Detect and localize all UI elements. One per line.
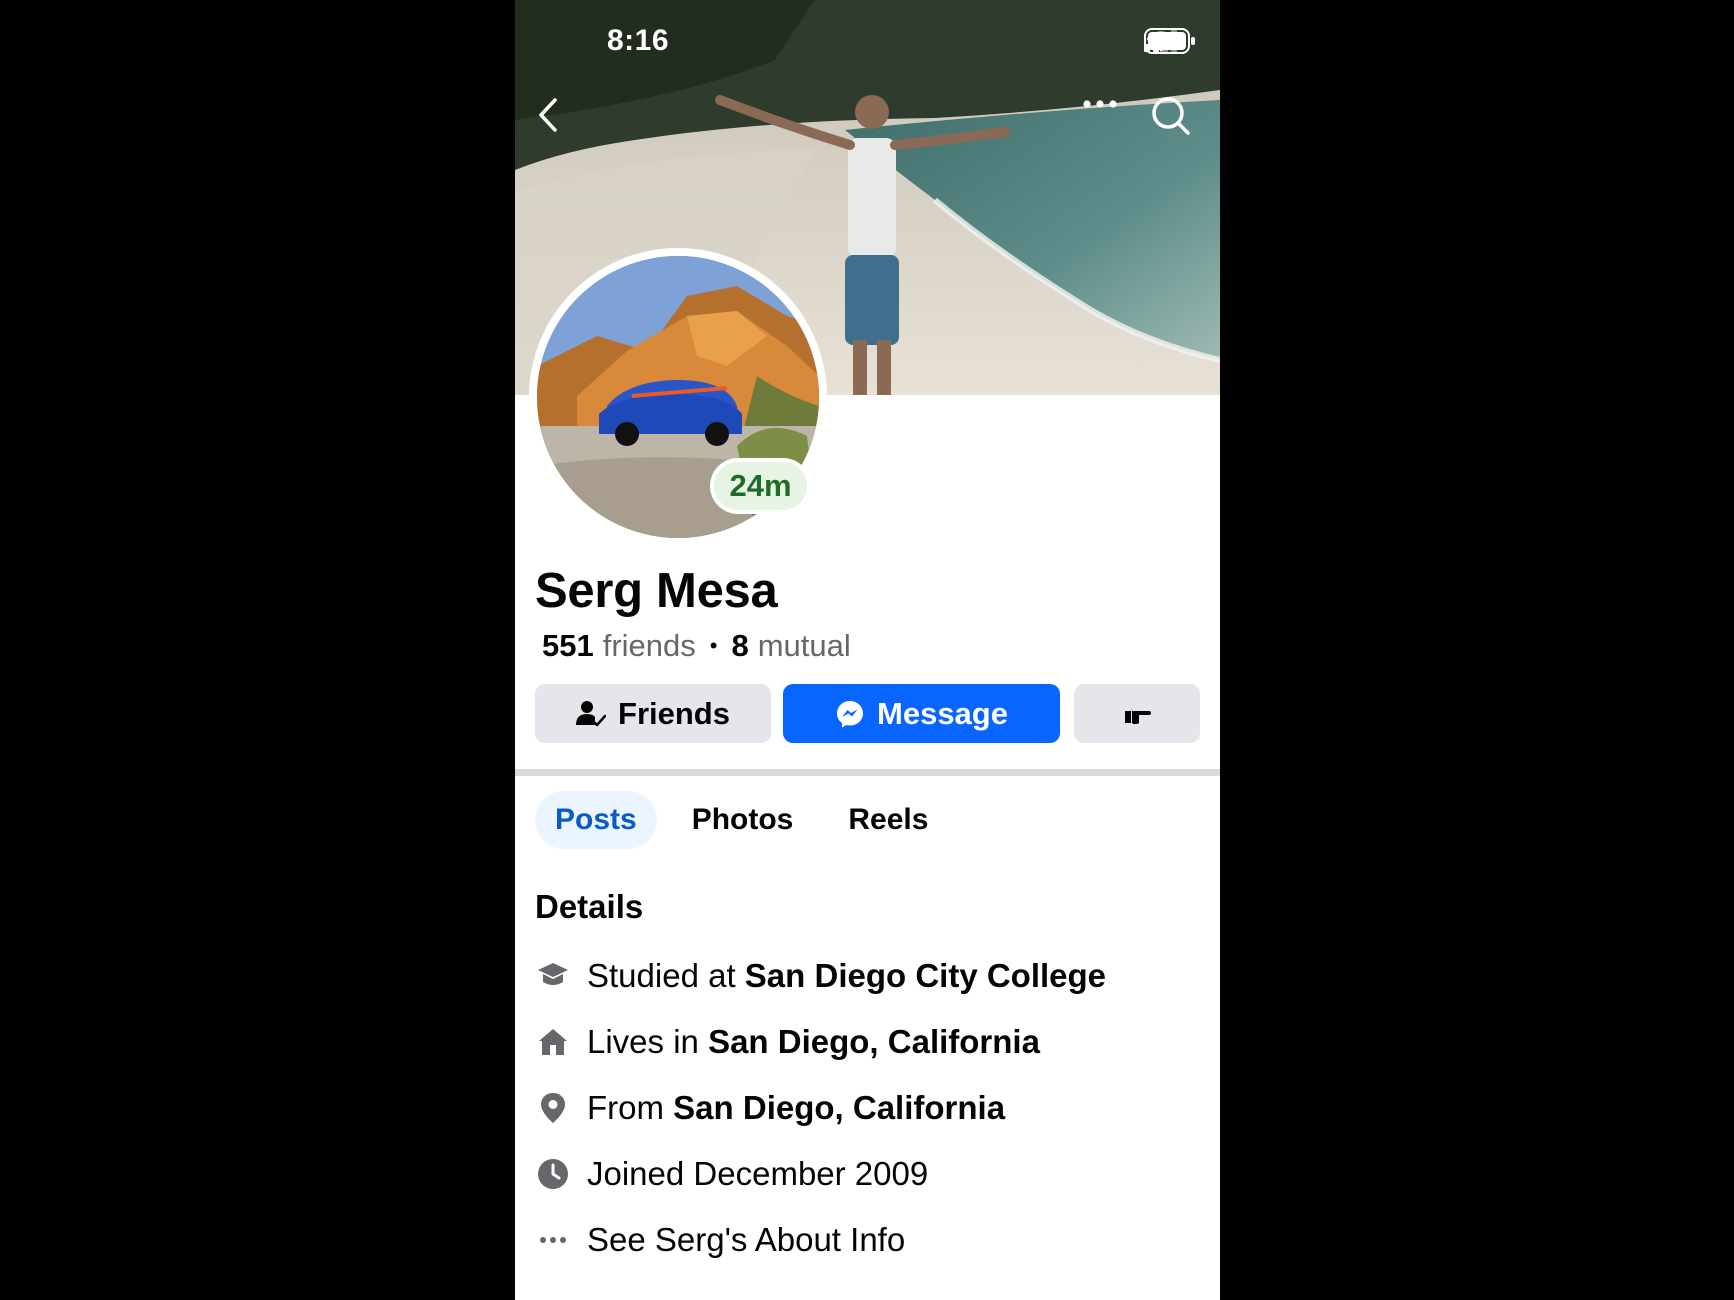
pointing-hand-icon (1125, 710, 1151, 724)
more-options-button[interactable] (1083, 100, 1131, 140)
detail-hometown-prefix: From (587, 1089, 664, 1126)
section-divider (515, 769, 1220, 776)
more-dots-icon (535, 1220, 571, 1260)
friends-button[interactable]: Friends (535, 684, 771, 743)
chevron-left-icon (539, 98, 557, 132)
mutual-label: mutual (757, 628, 851, 663)
friend-stats[interactable]: 551 friends • 8 mutual (542, 628, 851, 664)
profile-tabs: Posts Photos Reels (535, 791, 963, 849)
clock-icon (535, 1154, 571, 1194)
status-bar-time: 8:16 (607, 24, 670, 57)
detail-hometown[interactable]: From San Diego, California (535, 1083, 1005, 1133)
detail-education[interactable]: Studied at San Diego City College (535, 951, 1106, 1001)
message-button[interactable]: Message (783, 684, 1060, 743)
tab-posts[interactable]: Posts (535, 791, 657, 849)
detail-education-prefix: Studied at (587, 957, 736, 994)
home-icon (535, 1022, 571, 1062)
detail-residence[interactable]: Lives in San Diego, California (535, 1017, 1040, 1067)
detail-joined-text: Joined December 2009 (587, 1155, 929, 1192)
poke-button[interactable] (1074, 684, 1200, 743)
graduation-cap-icon (535, 956, 571, 996)
detail-education-value: San Diego City College (744, 957, 1107, 994)
friends-button-label: Friends (618, 695, 730, 731)
detail-hometown-value: San Diego, California (673, 1089, 1006, 1126)
mutual-count: 8 (731, 628, 749, 663)
separator-dot: • (709, 633, 718, 658)
friends-count: 551 (542, 628, 594, 663)
detail-residence-prefix: Lives in (587, 1023, 699, 1060)
back-button[interactable] (537, 98, 577, 142)
active-status-time: 24m (714, 462, 807, 510)
message-button-label: Message (877, 695, 1008, 731)
friends-label: friends (602, 628, 696, 663)
tab-reels[interactable]: Reels (828, 791, 948, 849)
profile-name: Serg Mesa (535, 564, 778, 618)
tab-photos[interactable]: Photos (672, 791, 814, 849)
location-pin-icon (535, 1088, 571, 1128)
detail-residence-value: San Diego, California (708, 1023, 1040, 1060)
active-status-badge: 24m (710, 458, 811, 514)
details-heading: Details (535, 888, 644, 925)
profile-screen: 8:16 24m Serg Mesa 551 friends • 8 mutua… (515, 0, 1220, 1300)
see-about-info-link[interactable]: See Serg's About Info (535, 1215, 905, 1265)
see-about-info-label: See Serg's About Info (587, 1221, 906, 1258)
profile-picture[interactable]: 24m (529, 248, 827, 546)
friend-check-icon (576, 700, 607, 726)
more-dots-icon (1083, 100, 1117, 108)
messenger-icon (837, 700, 864, 727)
search-button[interactable] (1151, 96, 1199, 144)
detail-joined[interactable]: Joined December 2009 (535, 1149, 928, 1199)
search-icon (1152, 97, 1190, 135)
